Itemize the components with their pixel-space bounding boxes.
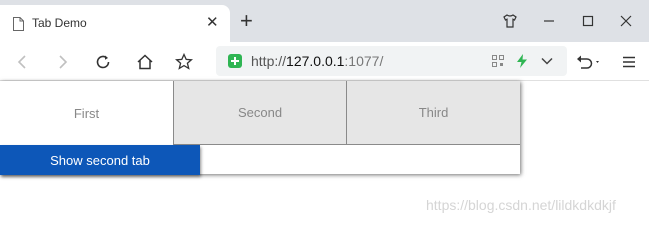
lightning-icon[interactable] — [514, 52, 530, 70]
tab-third[interactable]: Third — [346, 81, 520, 145]
back-arrow-icon[interactable] — [10, 50, 34, 74]
close-window-icon[interactable] — [614, 9, 638, 33]
document-icon — [13, 17, 24, 31]
url-host: 127.0.0.1 — [286, 53, 345, 69]
tabs-panel: First Second Third Show second tab — [0, 81, 520, 175]
show-second-tab-button[interactable]: Show second tab — [0, 145, 200, 175]
forward-arrow-icon[interactable] — [51, 50, 75, 74]
browser-titlebar: Tab Demo ✕ + — [0, 0, 649, 42]
url-scheme: http:// — [251, 53, 287, 69]
minimize-icon[interactable] — [537, 9, 561, 33]
url-port-path: :1077/ — [344, 53, 384, 69]
address-bar[interactable]: http://127.0.0.1:1077/ — [216, 46, 567, 76]
reload-icon[interactable] — [91, 50, 115, 74]
browser-toolbar: http://127.0.0.1:1077/ — [0, 42, 649, 81]
star-bookmark-icon[interactable] — [172, 50, 196, 74]
browser-tab[interactable]: Tab Demo ✕ — [0, 5, 230, 42]
tab-second[interactable]: Second — [173, 81, 346, 145]
browser-tab-title: Tab Demo — [32, 16, 87, 30]
tab-first[interactable]: First — [0, 81, 173, 145]
home-icon[interactable] — [133, 50, 157, 74]
qr-code-icon[interactable] — [489, 52, 507, 70]
close-tab-icon[interactable]: ✕ — [206, 15, 219, 30]
chevron-down-icon[interactable] — [538, 52, 556, 70]
url-text[interactable]: http://127.0.0.1:1077/ — [251, 53, 383, 69]
new-tab-button[interactable]: + — [240, 9, 253, 33]
maximize-icon[interactable] — [576, 9, 600, 33]
secure-shield-icon[interactable] — [228, 54, 242, 68]
menu-icon[interactable] — [617, 50, 641, 74]
undo-dropdown-icon[interactable] — [574, 50, 604, 74]
shirt-icon[interactable] — [498, 9, 522, 33]
watermark-text: https://blog.csdn.net/lildkdkdkjf — [426, 197, 616, 213]
